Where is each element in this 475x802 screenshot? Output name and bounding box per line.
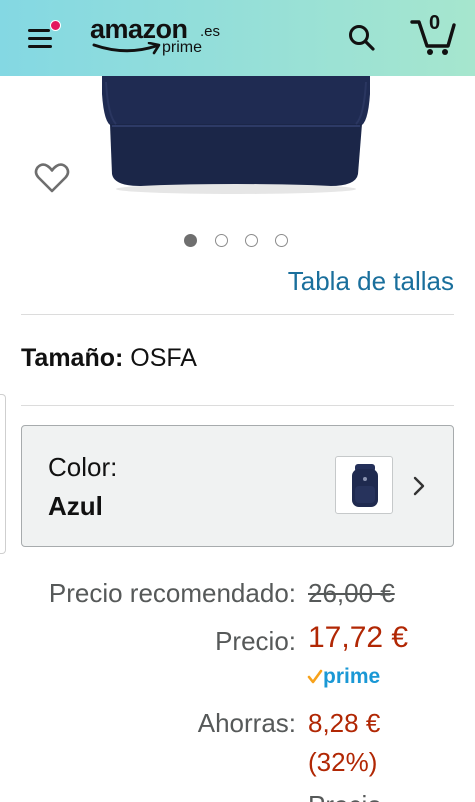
savings-percent: (32%) [308,747,378,777]
carousel-dot[interactable] [184,234,197,247]
backpack-thumbnail [352,464,378,507]
savings-value: 8,28 € [308,708,381,738]
divider [21,405,454,406]
size-label: Tamaño: [21,344,124,372]
logo-tld: .es [200,23,221,40]
heart-icon [34,163,70,193]
color-value: Azul [48,491,103,521]
price-value: 17,72 € [308,621,409,654]
carousel-dot[interactable] [275,234,288,247]
color-label: Color: [48,452,118,482]
menu-button[interactable] [22,20,62,56]
amazon-prime-logo[interactable]: amazon .es prime [90,12,225,60]
carousel-dot[interactable] [215,234,228,247]
top-nav-bar: amazon .es prime 0 [0,0,475,76]
menu-icon-bar [28,37,52,40]
size-value: OSFA [130,344,197,372]
prime-label: prime [323,665,381,688]
prime-check-icon [307,669,323,684]
notification-dot [50,20,61,31]
cart-button[interactable]: 0 [408,10,458,58]
color-swatch-thumbnail [335,456,393,514]
search-icon [349,25,375,51]
next-price-label-partial: Precio [308,790,382,802]
savings-label: Ahorras: [197,708,296,738]
list-price-label: Precio recomendado: [48,578,296,608]
cart-count: 0 [429,12,441,34]
chevron-right-icon [413,476,425,496]
size-chart-link[interactable]: Tabla de tallas [288,266,454,297]
size-row: Tamaño: OSFA [21,344,197,373]
logo-prime: prime [162,39,203,56]
menu-icon [28,29,50,32]
list-price-value: 26,00 € [308,578,395,608]
side-panel-edge[interactable] [0,394,6,554]
smile-arrow-icon [92,42,161,55]
divider [21,314,454,315]
carousel-dot[interactable] [245,234,258,247]
menu-icon-bar [28,45,52,48]
color-selector[interactable]: Color: Azul [21,425,454,547]
price-label: Precio: [215,626,296,656]
product-image[interactable] [90,76,390,196]
wishlist-button[interactable] [32,158,72,198]
search-button[interactable] [344,20,380,56]
